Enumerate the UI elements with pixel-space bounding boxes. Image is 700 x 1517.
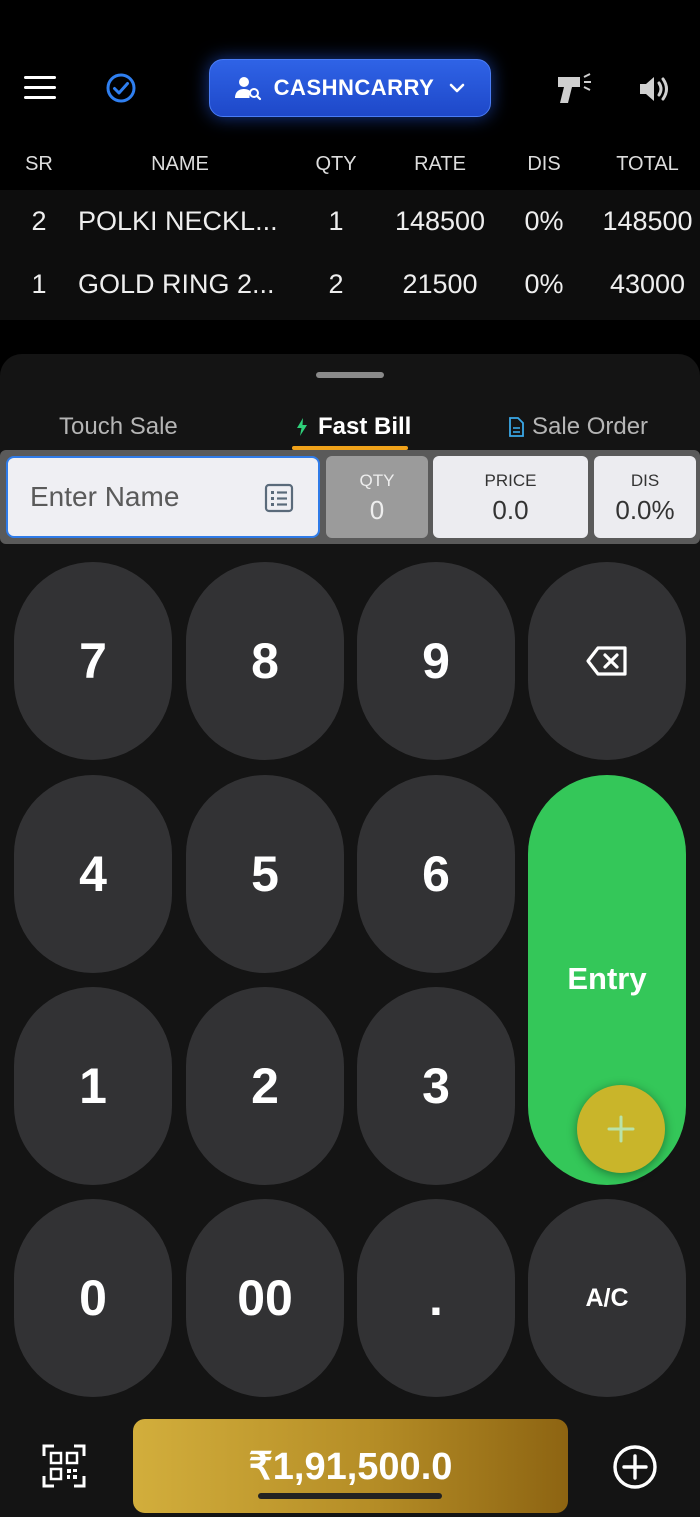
document-icon [509,417,524,437]
discount-value: 0.0% [615,495,675,525]
price-value: 0.0 [492,495,529,525]
name-field[interactable] [6,456,320,538]
key-2[interactable]: 2 [186,987,344,1185]
item-list: 2 POLKI NECKL... 1 148500 0% 148500 1 GO… [0,190,700,320]
qr-code-icon[interactable] [42,1444,86,1488]
key-1[interactable]: 1 [14,987,172,1185]
tab-label: Fast Bill [318,413,412,440]
tab-sale-order[interactable]: Sale Order [508,404,648,450]
sale-tabs: Touch Sale Fast Bill Sale Order [0,404,700,450]
price-field[interactable]: PRICE 0.0 [433,456,588,538]
barcode-scanner-icon[interactable] [554,71,594,107]
row-sr: 2 [31,206,47,236]
entry-fields: QTY 0 PRICE 0.0 DIS 0.0% [0,450,700,544]
qty-value: 0 [369,495,385,525]
bolt-icon [297,418,307,436]
user-search-icon [234,77,261,101]
key-00[interactable]: 00 [186,1199,344,1397]
row-sr: 1 [31,269,47,299]
menu-icon[interactable] [24,76,56,100]
row-dis: 0% [524,206,564,236]
customer-name: CASHNCARRY [273,75,435,100]
price-label: PRICE [484,471,537,490]
table-row[interactable]: 1 GOLD RING 2... 2 21500 0% 43000 [0,253,700,315]
clear-button[interactable]: A/C [528,1199,686,1397]
chevron-down-icon [450,83,465,93]
row-total: 43000 [609,269,686,299]
key-3[interactable]: 3 [357,987,515,1185]
list-icon[interactable] [264,483,294,513]
discount-field[interactable]: DIS 0.0% [594,456,696,538]
row-name: POLKI NECKL... [78,206,278,236]
key-9[interactable]: 9 [357,562,515,760]
row-rate: 21500 [402,269,478,299]
row-rate: 148500 [394,206,486,236]
key-6[interactable]: 6 [357,775,515,973]
name-input[interactable] [8,458,258,536]
header-name: NAME [151,153,209,175]
speaker-icon[interactable] [636,73,672,105]
header-rate: RATE [414,153,466,175]
table-header: SR NAME QTY RATE DIS TOTAL [0,140,700,188]
tab-label: Sale Order [532,413,649,440]
header-qty: QTY [315,153,357,175]
top-bar: CASHNCARRY [0,56,700,120]
header-sr: SR [25,153,53,175]
add-item-button[interactable] [577,1085,665,1173]
backspace-button[interactable] [528,562,686,760]
row-dis: 0% [524,269,564,299]
customer-select-button[interactable]: CASHNCARRY [209,59,491,117]
key-7[interactable]: 7 [14,562,172,760]
row-name: GOLD RING 2... [78,269,275,299]
key-8[interactable]: 8 [186,562,344,760]
drag-handle[interactable] [316,372,384,378]
check-circle-icon[interactable] [105,72,137,104]
tab-label: Touch Sale [59,413,178,440]
header-dis: DIS [527,153,561,175]
row-qty: 2 [328,269,344,299]
key-5[interactable]: 5 [186,775,344,973]
row-qty: 1 [328,206,344,236]
row-total: 148500 [602,206,693,236]
home-indicator [258,1493,442,1499]
qty-field[interactable]: QTY 0 [326,456,428,538]
table-row[interactable]: 2 POLKI NECKL... 1 148500 0% 148500 [0,190,700,252]
entry-label: Entry [567,961,647,996]
discount-label: DIS [630,471,660,490]
key-0[interactable]: 0 [14,1199,172,1397]
key-4[interactable]: 4 [14,775,172,973]
add-circle-icon[interactable] [612,1444,658,1490]
backspace-icon [586,646,627,676]
qty-label: QTY [359,471,395,490]
key-decimal[interactable]: . [357,1199,515,1397]
tab-touch-sale[interactable]: Touch Sale [59,404,178,450]
plus-icon [607,1115,635,1143]
tab-fast-bill[interactable]: Fast Bill [292,404,412,450]
total-amount: ₹1,91,500.0 [248,1445,453,1488]
header-total: TOTAL [616,153,679,175]
